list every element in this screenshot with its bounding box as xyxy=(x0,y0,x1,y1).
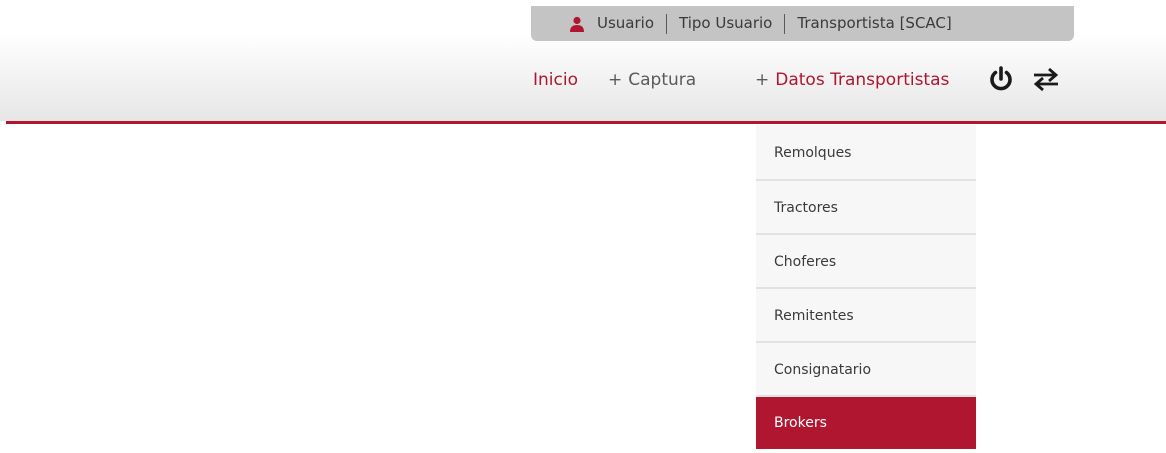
nav-datos-transportistas[interactable]: + Datos Transportistas xyxy=(755,62,949,98)
user-icon xyxy=(569,16,585,32)
separator xyxy=(666,13,668,34)
dropdown-item-choferes[interactable]: Choferes xyxy=(756,235,976,289)
plus-icon: + xyxy=(755,70,770,90)
dropdown-item-brokers[interactable]: Brokers xyxy=(756,397,976,449)
user-info-bar: Usuario Tipo Usuario Transportista [SCAC… xyxy=(531,6,1074,41)
page: Usuario Tipo Usuario Transportista [SCAC… xyxy=(0,0,1166,453)
dropdown-item-tractores[interactable]: Tractores xyxy=(756,181,976,235)
separator xyxy=(784,13,786,34)
nav-datos-label: Datos Transportistas xyxy=(775,70,950,90)
carrier-scac: Transportista [SCAC] xyxy=(797,14,952,32)
dropdown-item-remitentes[interactable]: Remitentes xyxy=(756,289,976,343)
swap-arrows-icon[interactable] xyxy=(1031,64,1061,94)
nav-captura-label: Captura xyxy=(628,70,697,90)
plus-icon: + xyxy=(608,70,623,90)
nav-inicio-label: Inicio xyxy=(533,70,578,90)
dropdown-item-remolques[interactable]: Remolques xyxy=(756,125,976,181)
header-divider xyxy=(6,121,1166,124)
user-name: Usuario xyxy=(597,14,655,32)
user-type: Tipo Usuario xyxy=(679,14,773,32)
nav-inicio[interactable]: Inicio xyxy=(533,62,578,98)
datos-transportistas-dropdown: Remolques Tractores Choferes Remitentes … xyxy=(756,125,976,449)
dropdown-item-consignatario[interactable]: Consignatario xyxy=(756,343,976,397)
nav-captura[interactable]: + Captura xyxy=(608,62,696,98)
power-icon[interactable] xyxy=(986,64,1016,94)
